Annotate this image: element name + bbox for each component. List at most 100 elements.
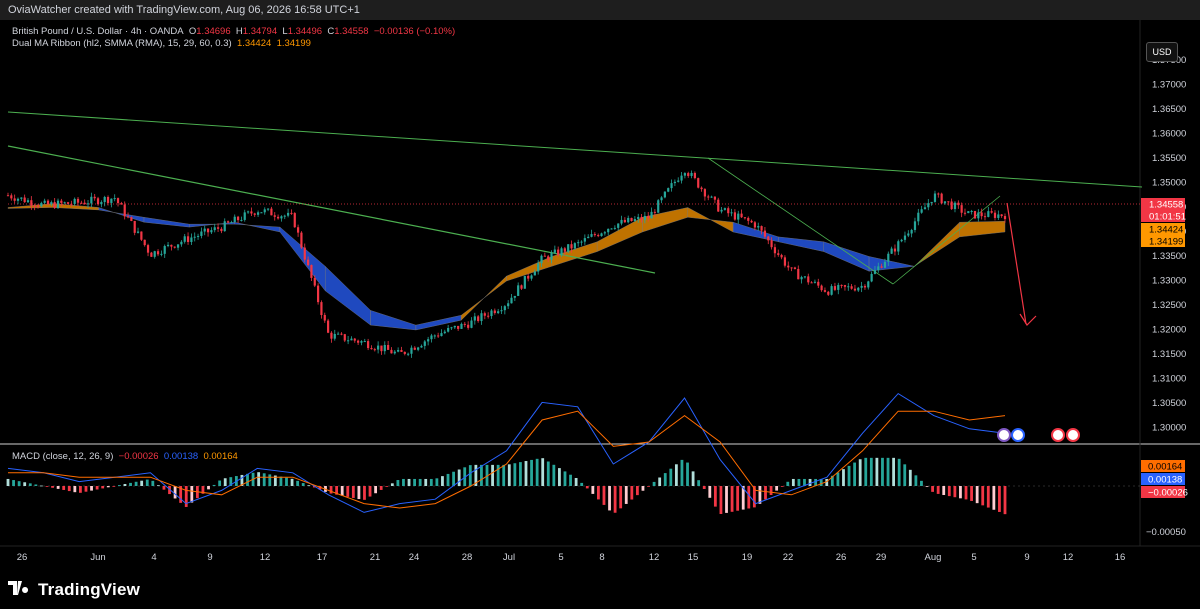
- candle-body: [50, 202, 53, 205]
- macd-tick-label: −0.00050: [1146, 527, 1186, 538]
- candle-body: [693, 172, 696, 179]
- candle-body: [860, 285, 863, 288]
- candle-body: [273, 215, 276, 217]
- time-tick-label: 21: [370, 552, 381, 563]
- macd-histogram-bar: [669, 468, 673, 486]
- macd-histogram-bar: [908, 469, 912, 486]
- candle-body: [743, 217, 747, 219]
- tradingview-logo: TradingView: [8, 580, 140, 600]
- candle-body: [527, 275, 530, 279]
- candle-body: [833, 286, 837, 290]
- macd-histogram-bar: [903, 464, 907, 486]
- macd-histogram-bar: [1003, 486, 1007, 515]
- macd-histogram-bar: [964, 486, 968, 500]
- macd-histogram-bar: [797, 478, 801, 486]
- candle-body: [343, 334, 346, 341]
- candle-body: [867, 281, 870, 288]
- macd-histogram-bar: [836, 472, 840, 486]
- candle-body: [677, 180, 680, 182]
- candle-body: [437, 335, 440, 337]
- macd-histogram-bar: [942, 486, 946, 496]
- candle-body: [927, 203, 930, 208]
- candle-body: [643, 215, 646, 221]
- candle-body: [950, 201, 953, 210]
- candle-body: [850, 286, 853, 289]
- macd-histogram-bar: [346, 486, 350, 497]
- candle-body: [813, 281, 817, 283]
- ma-value-1: 1.34424: [236, 38, 272, 49]
- chart-svg[interactable]: 1.375001.370001.365001.360001.355001.350…: [0, 20, 1200, 576]
- ma-ribbon: [7, 203, 1006, 331]
- candle-body: [577, 242, 580, 244]
- support-trendline: [892, 195, 1001, 285]
- time-tick-label: 28: [462, 552, 473, 563]
- candle-body: [727, 208, 730, 214]
- time-tick-label: 9: [1024, 552, 1029, 563]
- candle-body: [970, 210, 973, 212]
- macd-histogram-bar: [56, 486, 60, 489]
- candle-body: [713, 196, 717, 200]
- macd-histogram-bar: [663, 473, 667, 486]
- macd-histogram-bar: [719, 486, 723, 515]
- candle-body: [777, 253, 780, 255]
- candle-body: [236, 216, 240, 221]
- macd-histogram-bar: [106, 486, 110, 488]
- candle-body: [246, 211, 250, 213]
- candle-body: [707, 196, 710, 198]
- chart-area[interactable]: 1.375001.370001.365001.360001.355001.350…: [0, 20, 1200, 576]
- macd-histogram-bar: [808, 478, 812, 486]
- candle-body: [993, 212, 997, 218]
- candle-body: [126, 216, 130, 218]
- candle-body: [467, 324, 470, 328]
- candle-body: [156, 251, 160, 255]
- candle-body: [547, 256, 550, 260]
- candle-body: [857, 287, 860, 291]
- macd-histogram-bar: [713, 486, 717, 507]
- macd-histogram-bar: [569, 474, 572, 486]
- ribbon-segment: [778, 236, 824, 252]
- candle-body: [620, 219, 623, 224]
- candle-body: [196, 235, 200, 237]
- candle-body: [453, 325, 456, 328]
- macd-histogram-bar: [502, 464, 506, 486]
- macd-histogram-bar: [730, 486, 734, 512]
- ma-name: Dual MA Ribbon (hl2, SMMA (RMA), 15, 29,…: [12, 38, 232, 49]
- time-tick-label: Jun: [90, 552, 105, 563]
- candle-body: [320, 302, 323, 316]
- candle-body: [870, 273, 873, 282]
- candle-body: [800, 277, 803, 280]
- macd-histogram-bar: [775, 486, 779, 491]
- candle-body: [507, 303, 510, 307]
- macd-histogram-bar: [84, 486, 88, 492]
- macd-histogram-bar: [190, 486, 194, 503]
- candle-body: [403, 351, 406, 354]
- macd-histogram-bar: [101, 486, 105, 489]
- macd-histogram-bar: [858, 459, 862, 486]
- candle-body: [86, 203, 90, 205]
- candle-body: [767, 236, 770, 241]
- macd-histogram-bar: [173, 486, 177, 499]
- candle-body: [307, 259, 310, 266]
- currency-button[interactable]: USD: [1146, 42, 1178, 62]
- candle-body: [400, 349, 403, 352]
- candle-body: [317, 285, 320, 303]
- candle-body: [200, 231, 203, 236]
- candle-body: [110, 198, 113, 203]
- candle-body: [360, 341, 363, 343]
- candle-body: [440, 333, 443, 337]
- price-tick-label: 1.33000: [1152, 276, 1186, 287]
- candle-body: [903, 235, 907, 240]
- candle-body: [263, 209, 266, 213]
- candle-body: [133, 220, 136, 233]
- candle-body: [103, 196, 106, 203]
- candle-body: [637, 216, 640, 219]
- candle-body: [633, 218, 636, 222]
- price-tick-label: 1.37000: [1152, 80, 1186, 91]
- candle-body: [340, 333, 343, 335]
- macd-histogram-bar: [435, 478, 439, 486]
- candle-body: [537, 263, 540, 272]
- time-tick-label: 24: [409, 552, 420, 563]
- candle-body: [140, 231, 143, 240]
- candle-body: [63, 202, 66, 204]
- macd-histogram-bar: [981, 486, 985, 506]
